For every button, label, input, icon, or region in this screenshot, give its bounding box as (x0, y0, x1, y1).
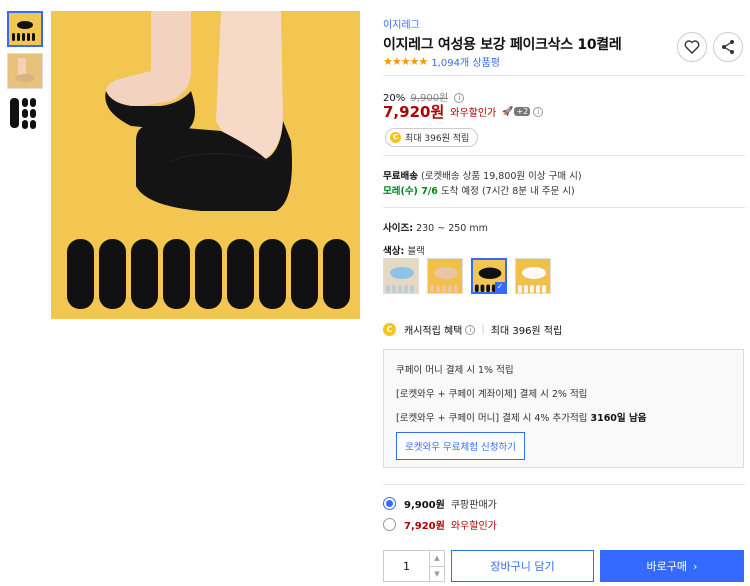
arrival-detail: (7시간 8분 내 주문 시) (481, 186, 575, 197)
divider (383, 207, 745, 208)
quantity-up-icon[interactable]: ▲ (430, 551, 444, 567)
cash-reward-text: 최대 396원 적립 (405, 134, 470, 144)
main-product-image (51, 11, 360, 319)
star-rating: ★★★★★ (383, 55, 428, 68)
rating: ★★★★★ 1,094개 상품평 (383, 54, 500, 69)
size-value: 230 ~ 250 mm (416, 223, 488, 234)
add-to-cart-button[interactable]: 장바구니 담기 (451, 550, 594, 582)
sale-price-row: 7,920원 와우할인가 🚀 +2 i (383, 101, 544, 122)
benefit-line-1: 쿠페이 머니 결제 시 1% 적립 (396, 365, 514, 376)
free-shipping-label: 무료배송 (383, 171, 418, 182)
arrival-estimate: 모레(수) 7/6 도착 예정 (7시간 8분 내 주문 시) (383, 183, 575, 197)
favorite-button[interactable] (677, 32, 707, 62)
cash-benefit-row: C 캐시적립 혜택 i | 최대 396원 적립 (383, 322, 562, 337)
thumbnail-list (7, 11, 43, 137)
color-swatches: ✓ (383, 258, 551, 294)
swatch-black[interactable]: ✓ (471, 258, 507, 294)
info-icon[interactable]: i (465, 324, 476, 335)
product-title: 이지레그 여성용 보강 페이크삭스 10켤레 (383, 37, 622, 53)
divider (383, 75, 745, 76)
rocket-wow-trial-button[interactable]: 로켓와우 무료체험 신청하기 (396, 432, 525, 460)
buy-now-button[interactable]: 바로구매 › (600, 550, 744, 582)
radio-unselected[interactable] (383, 518, 396, 531)
quantity-value[interactable]: 1 (384, 551, 429, 581)
wow-price-label: 와우할인가 (450, 108, 497, 119)
rocket-icon: 🚀 (502, 106, 514, 117)
price-option-regular[interactable]: 9,900원 쿠팡판매가 (383, 496, 497, 511)
color-option: 색상: 블랙 (383, 243, 425, 257)
swatch-white[interactable] (515, 258, 551, 294)
coin-icon: C (390, 132, 401, 143)
thumbnail-3[interactable] (7, 95, 43, 131)
radio-selected[interactable] (383, 497, 396, 510)
wow-price-label: 와우할인가 (450, 521, 497, 532)
divider (383, 484, 745, 485)
benefit-line-2: [로켓와우 + 쿠페이 계좌이체] 결제 시 2% 적립 (396, 389, 588, 400)
buy-now-label: 바로구매 (646, 560, 688, 573)
chevron-right-icon: › (693, 559, 698, 573)
brand-link[interactable]: 이지레그 (383, 16, 420, 31)
price-option-wow[interactable]: 7,920원 와우할인가 (383, 517, 497, 532)
regular-price: 9,900원 (404, 500, 445, 511)
heart-icon (684, 40, 700, 54)
benefit-line-3-text: [로켓와우 + 쿠페이 머니] 결제 시 4% 추가적립 (396, 413, 588, 424)
info-icon[interactable]: i (533, 106, 544, 117)
arrival-date: 모레(수) 7/6 (383, 186, 438, 197)
thumbnail-1[interactable] (7, 11, 43, 47)
color-value: 블랙 (407, 246, 425, 257)
share-button[interactable] (713, 32, 743, 62)
cash-reward-pill: C 최대 396원 적립 (385, 128, 479, 147)
thumbnail-2[interactable] (7, 53, 43, 89)
color-label: 색상: (383, 246, 405, 257)
regular-price-label: 쿠팡판매가 (450, 500, 497, 511)
payment-benefit-box: 쿠페이 머니 결제 시 1% 적립 [로켓와우 + 쿠페이 계좌이체] 결제 시… (383, 349, 744, 468)
review-count-link[interactable]: 1,094개 상품평 (431, 54, 500, 69)
cash-benefit-value: 최대 396원 적립 (490, 326, 563, 337)
cash-benefit-label: 캐시적립 혜택 (404, 326, 463, 337)
rocket-badge: 🚀 +2 (502, 106, 531, 117)
separator: | (481, 324, 485, 335)
check-icon: ✓ (495, 282, 505, 292)
shipping-free: 무료배송 (로켓배송 상품 19,800원 이상 구매 시) (383, 168, 582, 182)
quantity-down-icon[interactable]: ▼ (430, 567, 444, 582)
divider (383, 155, 745, 156)
swatch-beige[interactable] (427, 258, 463, 294)
size-option: 사이즈: 230 ~ 250 mm (383, 220, 488, 234)
size-label: 사이즈: (383, 223, 414, 234)
share-icon (722, 40, 734, 54)
rocket-plus-badge: +2 (514, 107, 531, 116)
sale-price: 7,920원 (383, 103, 445, 121)
free-shipping-detail: (로켓배송 상품 19,800원 이상 구매 시) (421, 171, 582, 182)
coin-icon: C (383, 323, 396, 336)
arrival-text: 도착 예정 (440, 186, 479, 197)
benefit-days-left: 3160일 남음 (590, 413, 647, 424)
quantity-steps: ▲ ▼ (429, 551, 444, 581)
swatch-sky[interactable] (383, 258, 419, 294)
wow-price: 7,920원 (404, 521, 445, 532)
quantity-stepper[interactable]: 1 ▲ ▼ (383, 550, 445, 582)
benefit-line-3: [로켓와우 + 쿠페이 머니] 결제 시 4% 추가적립 3160일 남음 (396, 410, 743, 434)
